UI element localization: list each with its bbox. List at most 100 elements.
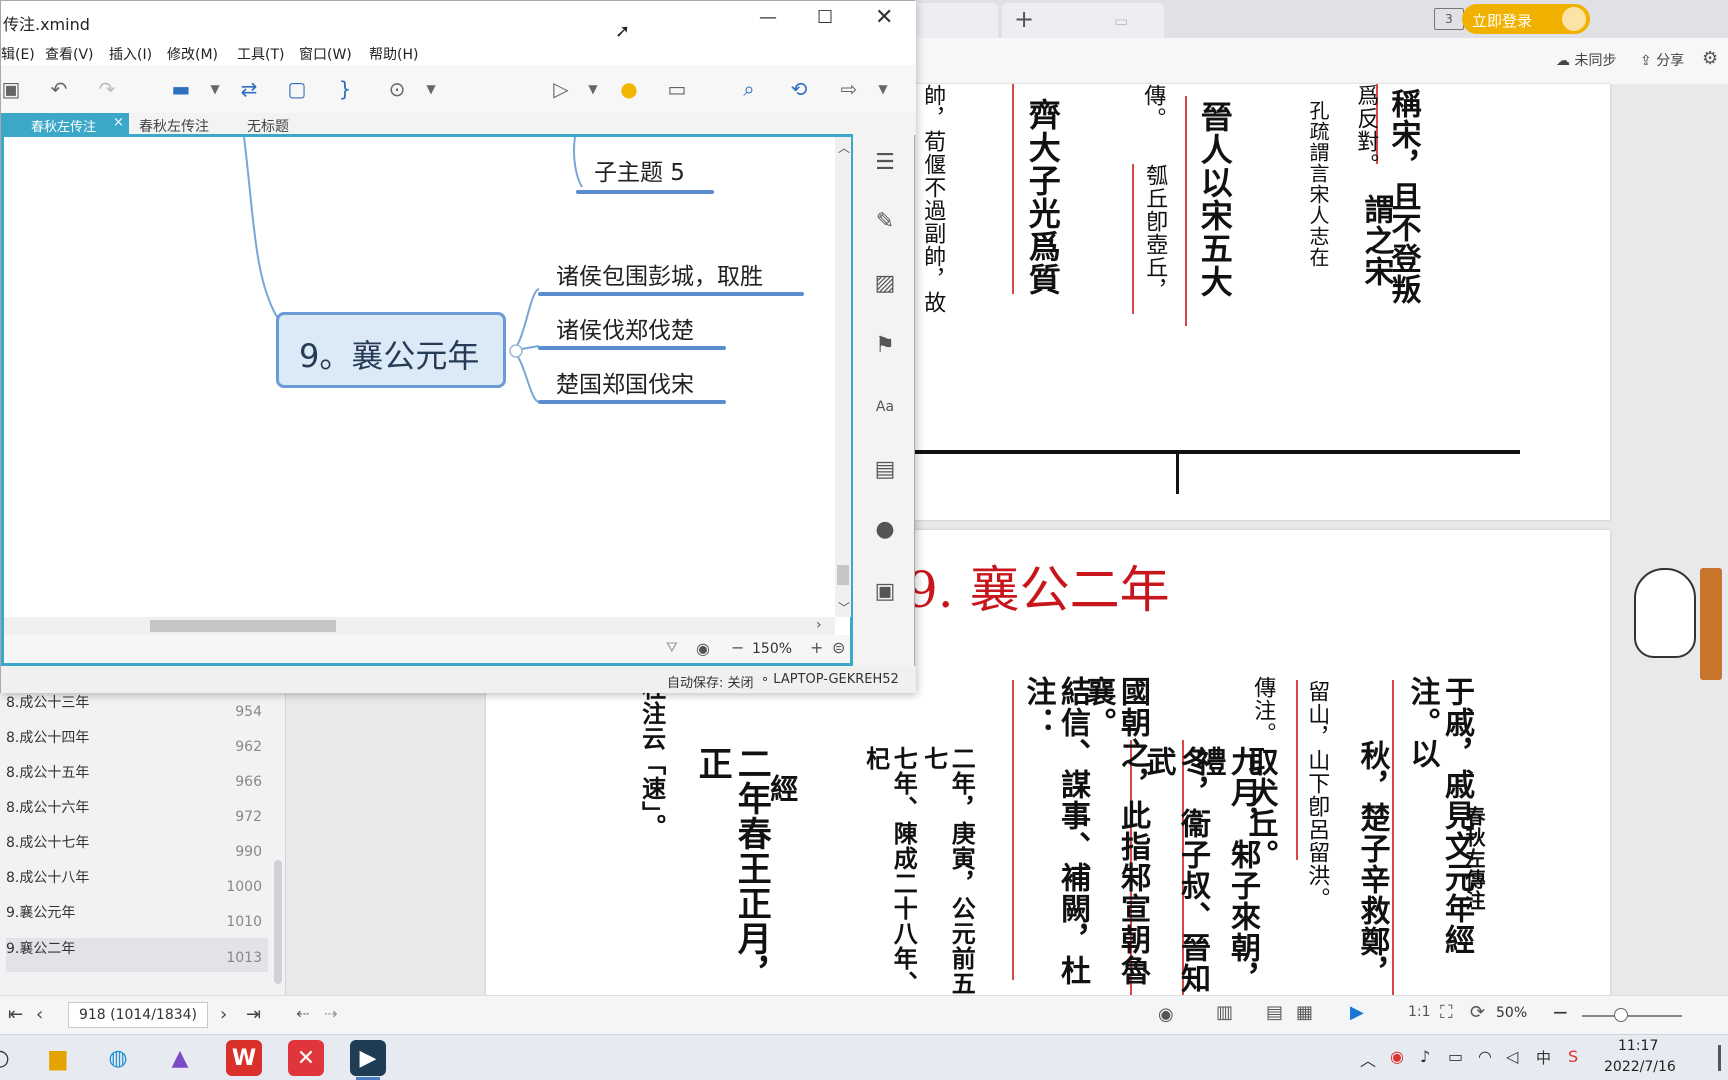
redo-icon[interactable]: ↷	[93, 75, 121, 103]
continuous-page-icon[interactable]: ▤	[1266, 1002, 1283, 1023]
more-icon[interactable]: ⊙	[383, 75, 411, 103]
share-icon[interactable]: ⟲	[785, 75, 813, 103]
menu-tools[interactable]: 工具(T)	[237, 44, 284, 64]
brainstorm-lightbulb-icon[interactable]: ●	[615, 75, 643, 103]
tray-expand-icon[interactable]: ︿	[1360, 1047, 1376, 1071]
insert-topic-icon[interactable]: ▬	[167, 75, 195, 103]
file-explorer-icon[interactable]: ▆	[40, 1040, 76, 1076]
single-page-icon[interactable]: ▥	[1216, 1002, 1233, 1023]
rotate-icon[interactable]: ⟳	[1470, 1002, 1485, 1023]
eye-icon[interactable]: ◉	[696, 639, 710, 658]
search-icon[interactable]: ○	[0, 1040, 18, 1076]
save-icon[interactable]: ▣	[0, 75, 25, 103]
mascot-icon[interactable]	[1634, 568, 1696, 658]
presentation-dropdown-icon[interactable]: ▼	[579, 75, 607, 103]
battery-icon[interactable]: ▭	[1448, 1047, 1463, 1066]
settings-gear-icon[interactable]: ⚙	[1702, 48, 1718, 69]
fit-map-icon[interactable]: ⊜	[832, 638, 845, 657]
page-number-input[interactable]: 918 (1014/1834)	[68, 1002, 208, 1028]
pdf-reader-app-icon[interactable]: ▶	[350, 1040, 386, 1076]
filter-icon[interactable]: ⛛	[666, 640, 678, 656]
vertical-scrollbar-thumb[interactable]	[837, 565, 849, 585]
menu-help[interactable]: 帮助(H)	[369, 44, 418, 64]
microphone-icon[interactable]: ♪	[1420, 1047, 1430, 1066]
zoom-slider[interactable]	[1582, 1015, 1682, 1017]
last-page-button[interactable]: ⇥	[246, 1004, 261, 1025]
close-button[interactable]: ✕	[875, 5, 893, 30]
outline-view-icon[interactable]: ▭	[663, 75, 691, 103]
login-button[interactable]: 立即登录	[1462, 4, 1590, 34]
sheet-tab-active[interactable]: 春秋左传注 ×	[1, 113, 129, 135]
summary-icon[interactable]: }	[331, 75, 359, 103]
zoom-level[interactable]: 150%	[752, 641, 792, 657]
more-dropdown-icon[interactable]: ▼	[417, 75, 445, 103]
comments-icon[interactable]: ●	[870, 514, 900, 544]
menu-modify[interactable]: 修改(M)	[167, 44, 218, 64]
toc-item[interactable]: 8.成公十五年 966	[6, 762, 268, 794]
horizontal-scrollbar-thumb[interactable]	[150, 620, 336, 632]
subtopic-5[interactable]: 子主题 5	[594, 153, 685, 187]
image-icon[interactable]: ▨	[870, 268, 900, 298]
ime-toolbar[interactable]	[1700, 568, 1722, 680]
menu-view[interactable]: 查看(V)	[45, 44, 94, 64]
wifi-icon[interactable]: ◠	[1478, 1047, 1492, 1066]
toc-item[interactable]: 8.成公十三年 954	[6, 692, 268, 724]
presentation-icon[interactable]: ▷	[547, 75, 575, 103]
volume-icon[interactable]: ◁	[1506, 1047, 1518, 1066]
toc-item[interactable]: 8.成公十八年 1000	[6, 867, 268, 899]
record-icon[interactable]: ◉	[1390, 1047, 1404, 1066]
export-dropdown-icon[interactable]: ▼	[869, 75, 897, 103]
maximize-button[interactable]: ☐	[817, 7, 833, 28]
boundary-icon[interactable]: ▢	[283, 75, 311, 103]
toc-item-selected[interactable]: 9.襄公二年 1013	[6, 938, 268, 972]
text-style-icon[interactable]: Aa	[870, 392, 900, 422]
zoom-level[interactable]: 50%	[1496, 1005, 1527, 1021]
scroll-up-icon[interactable]: ︿	[838, 139, 850, 156]
zoom-out-button[interactable]: −	[1552, 1000, 1569, 1024]
central-topic[interactable]: 9。襄公元年	[276, 312, 506, 388]
scroll-right-icon[interactable]: ›	[816, 617, 822, 633]
task-clipboard-icon[interactable]: ▣	[870, 576, 900, 606]
zoom-out-button[interactable]: −	[731, 638, 744, 657]
ime-indicator[interactable]: 中	[1536, 1047, 1551, 1068]
sheet-tab[interactable]: 无标题	[247, 116, 289, 136]
subtopic[interactable]: 诸侯伐郑伐楚	[556, 311, 694, 345]
scroll-down-icon[interactable]: ﹀	[838, 599, 850, 616]
toc-item[interactable]: 8.成公十六年 972	[6, 797, 268, 829]
minimize-button[interactable]: —	[759, 7, 777, 28]
notes-document-icon[interactable]: ▤	[870, 454, 900, 484]
fit-page-icon[interactable]: ⛶	[1440, 1002, 1453, 1023]
menu-edit[interactable]: 辑(E)	[1, 44, 35, 64]
forward-view-icon[interactable]: ⇢	[324, 1004, 337, 1023]
first-page-button[interactable]: ⇤	[8, 1004, 23, 1025]
undo-icon[interactable]: ↶	[45, 75, 73, 103]
format-brush-icon[interactable]: ✎	[870, 206, 900, 236]
show-desktop-button[interactable]	[1718, 1045, 1721, 1071]
actual-size-icon[interactable]: 1:1	[1408, 1004, 1431, 1020]
edge-browser-icon[interactable]: ◍	[100, 1040, 136, 1076]
back-view-icon[interactable]: ⇠	[296, 1004, 309, 1023]
play-icon[interactable]: ▶	[1350, 1002, 1364, 1023]
wps-office-icon[interactable]: W	[226, 1040, 262, 1076]
xmind-app-icon[interactable]: ✕	[288, 1040, 324, 1076]
photos-app-icon[interactable]: ▲	[162, 1040, 198, 1076]
sheet-tab[interactable]: 春秋左传注	[139, 116, 209, 136]
layout-toggle-icon[interactable]: 3	[1434, 8, 1464, 30]
subtopic[interactable]: 诸侯包围彭城，取胜	[556, 257, 763, 291]
share-button[interactable]: ⇪ 分享	[1640, 50, 1684, 70]
new-tab-button[interactable]: +	[1010, 5, 1038, 33]
clock-date[interactable]: 2022/7/16	[1604, 1059, 1676, 1075]
prev-page-button[interactable]: ‹	[36, 1004, 43, 1025]
close-tab-icon[interactable]: ×	[113, 115, 124, 130]
marker-flag-icon[interactable]: ⚑	[870, 330, 900, 360]
toc-item[interactable]: 8.成公十四年 962	[6, 727, 268, 759]
menu-insert[interactable]: 插入(I)	[109, 44, 152, 64]
double-page-icon[interactable]: ▦	[1296, 1002, 1313, 1023]
zoom-slider-thumb[interactable]	[1614, 1008, 1628, 1022]
eye-protect-icon[interactable]: ◉	[1158, 1004, 1174, 1025]
search-icon[interactable]: ⌕	[735, 75, 763, 103]
menu-window[interactable]: 窗口(W)	[299, 44, 352, 64]
toc-item[interactable]: 9.襄公元年 1010	[6, 902, 268, 934]
horizontal-scrollbar[interactable]: ›	[4, 617, 835, 635]
outline-list-icon[interactable]: ☰	[870, 147, 900, 177]
